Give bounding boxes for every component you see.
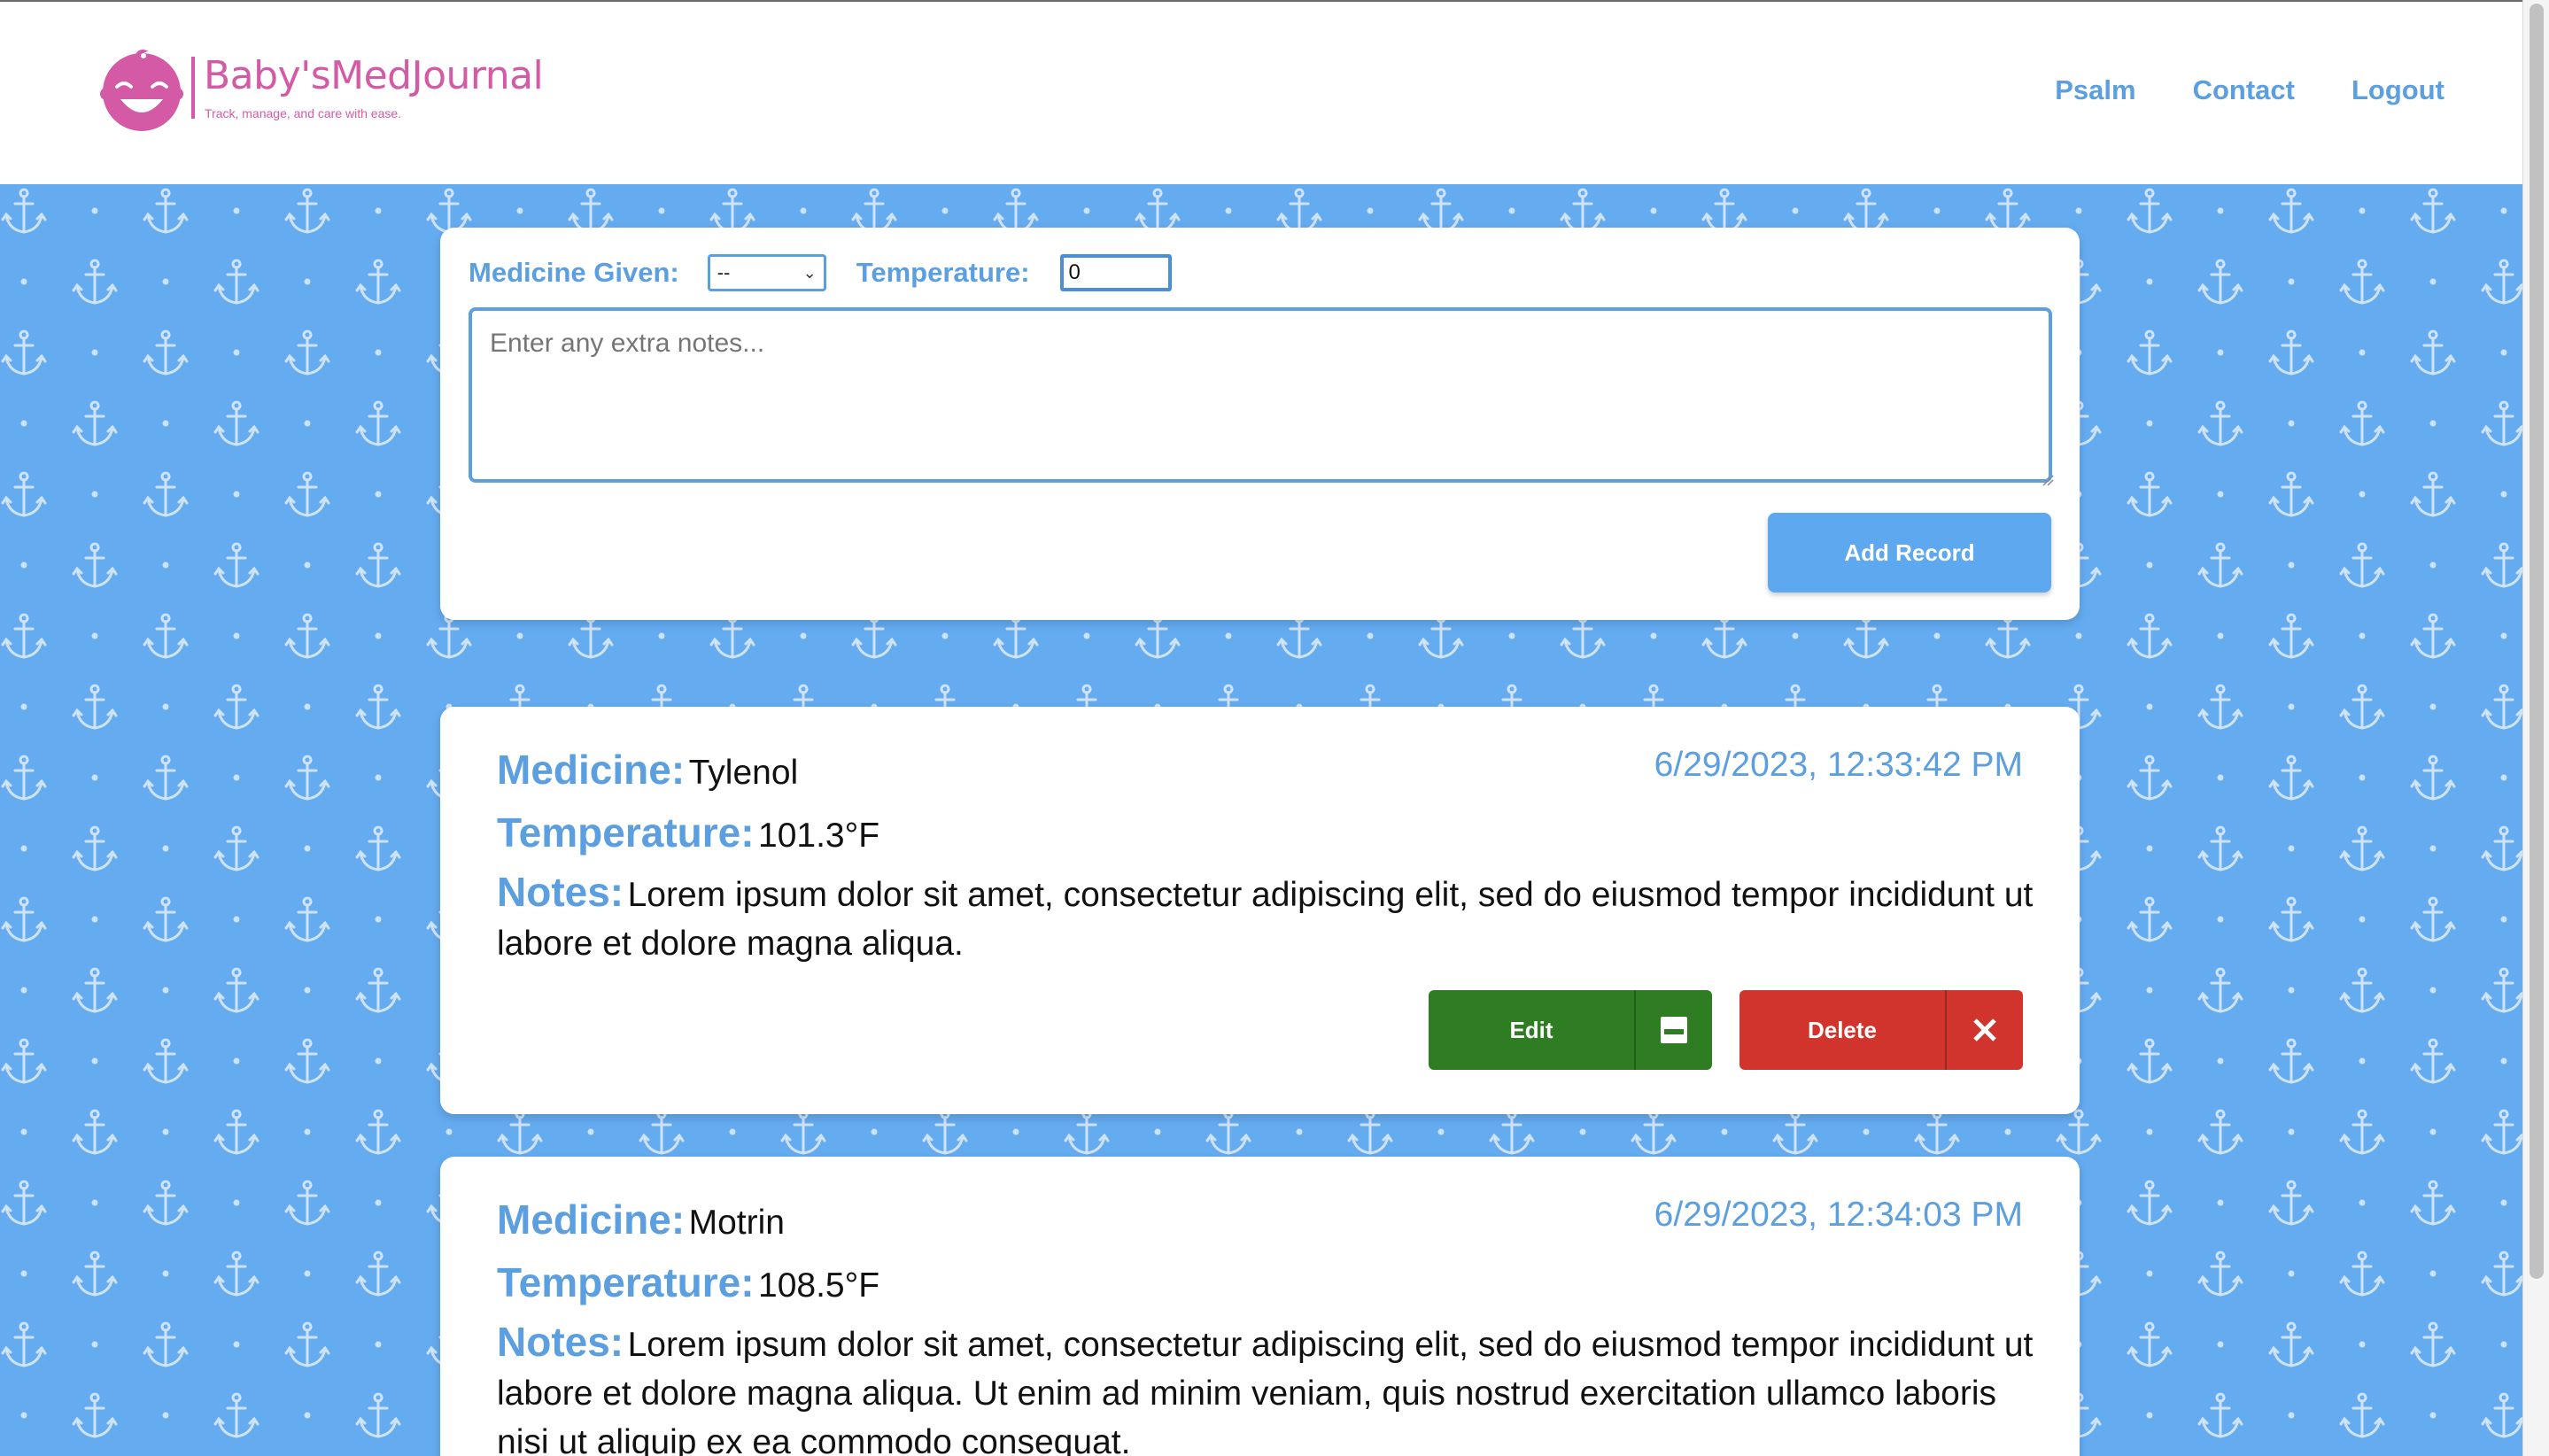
medicine-select[interactable]: -- ⌄ [707,254,826,291]
medicine-value: Motrin [688,1204,785,1242]
record-card: Medicine: Tylenol 6/29/2023, 12:33:42 PM… [440,707,2080,1114]
main-nav: Psalm Contact Logout [2055,74,2444,106]
medicine-label: Medicine: [497,1197,686,1243]
edit-button-label: Edit [1509,1016,1553,1043]
notes-value: Lorem ipsum dolor sit amet, consectetur … [497,876,2034,963]
temperature-label: Temperature: [856,257,1030,288]
nav-link-psalm[interactable]: Psalm [2055,74,2135,106]
temperature-input[interactable] [1059,254,1172,291]
nav-link-contact[interactable]: Contact [2193,74,2295,106]
site-header: Baby'sMedJournal Track, manage, and care… [0,2,2522,184]
logo-divider [191,57,195,119]
delete-button[interactable]: Delete [1739,990,2023,1070]
record-temperature: Temperature: 101.3°F [497,809,879,856]
delete-button-label: Delete [1807,1016,1878,1043]
record-card: Medicine: Motrin 6/29/2023, 12:34:03 PM … [440,1157,2080,1456]
record-notes: Notes: Lorem ipsum dolor sit amet, conse… [497,1321,2038,1456]
page-scrollbar[interactable] [2522,0,2549,1456]
notes-label: Notes: [497,869,624,915]
medicine-label: Medicine: [497,747,686,793]
chevron-down-icon: ⌄ [802,263,817,282]
edit-button[interactable]: Edit [1429,990,1712,1070]
temperature-value: 108.5°F [758,1266,880,1305]
nav-link-logout[interactable]: Logout [2351,74,2444,106]
temperature-label: Temperature: [497,1259,755,1305]
record-temperature: Temperature: 108.5°F [497,1259,879,1306]
form-fields-row: Medicine Given: -- ⌄ Temperature: [469,254,1172,291]
app-name: Baby'sMedJournal [204,53,544,98]
temperature-value: 101.3°F [758,817,880,855]
notes-textarea[interactable] [469,307,2052,483]
record-timestamp: 6/29/2023, 12:33:42 PM [1654,746,2023,784]
brand-logo[interactable]: Baby'sMedJournal Track, manage, and care… [97,44,558,142]
save-icon [1636,1016,1712,1044]
temperature-label: Temperature: [497,809,755,856]
app-tagline: Track, manage, and care with ease. [205,106,402,120]
baby-face-icon [100,50,183,131]
medicine-value: Tylenol [688,754,799,792]
resize-handle-icon[interactable] [2042,474,2054,486]
close-icon [1947,1017,2023,1043]
record-notes: Notes: Lorem ipsum dolor sit amet, conse… [497,871,2038,972]
medicine-given-label: Medicine Given: [469,257,679,288]
record-medicine: Medicine: Tylenol [497,746,798,794]
medicine-select-value: -- [717,261,731,283]
add-record-button[interactable]: Add Record [1768,513,2051,592]
scrollbar-thumb[interactable] [2530,4,2544,1279]
window-top-border [0,0,2549,2]
record-medicine: Medicine: Motrin [497,1196,785,1243]
notes-value: Lorem ipsum dolor sit amet, consectetur … [497,1326,2034,1456]
add-record-form: Medicine Given: -- ⌄ Temperature: Add Re… [440,228,2080,620]
notes-label: Notes: [497,1319,624,1365]
record-timestamp: 6/29/2023, 12:34:03 PM [1654,1196,2023,1234]
